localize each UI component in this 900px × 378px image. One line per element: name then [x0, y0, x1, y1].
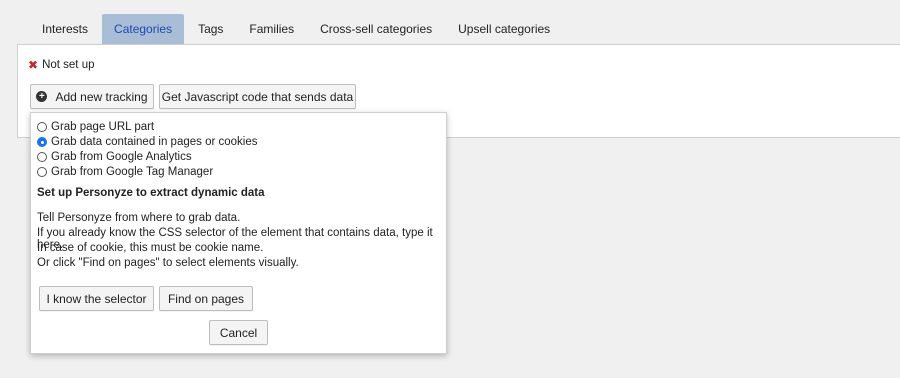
tab-tags[interactable]: Tags: [186, 14, 235, 44]
description-line: In case of cookie, this must be cookie n…: [37, 242, 264, 254]
radio-button-selected[interactable]: [37, 137, 47, 147]
tab-families[interactable]: Families: [237, 14, 306, 44]
option-grab-google-analytics[interactable]: Grab from Google Analytics: [37, 151, 192, 163]
option-label: Grab from Google Tag Manager: [51, 166, 214, 178]
get-javascript-code-button[interactable]: Get Javascript code that sends data: [159, 84, 356, 109]
status-text: Not set up: [42, 59, 95, 71]
option-grab-page-url-part[interactable]: Grab page URL part: [37, 121, 154, 133]
tab-bar: Interests Categories Tags Families Cross…: [30, 14, 562, 44]
cancel-button[interactable]: Cancel: [209, 320, 268, 345]
tab-cross-sell-categories[interactable]: Cross-sell categories: [308, 14, 444, 44]
radio-button[interactable]: [37, 152, 47, 162]
tab-categories[interactable]: Categories: [102, 14, 185, 44]
add-new-tracking-button[interactable]: + Add new tracking: [30, 84, 154, 109]
status-indicator: ✖ Not set up: [28, 58, 94, 72]
option-label: Grab from Google Analytics: [51, 151, 192, 163]
x-icon: ✖: [28, 58, 39, 72]
tab-interests[interactable]: Interests: [30, 14, 100, 44]
tracking-setup-popup: Grab page URL part Grab data contained i…: [30, 112, 447, 354]
find-on-pages-button[interactable]: Find on pages: [159, 286, 253, 311]
option-grab-google-tag-manager[interactable]: Grab from Google Tag Manager: [37, 166, 213, 178]
option-grab-data-pages-cookies[interactable]: Grab data contained in pages or cookies: [37, 136, 258, 148]
description-line: Or click "Find on pages" to select eleme…: [37, 257, 299, 269]
popup-heading: Set up Personyze to extract dynamic data: [37, 187, 265, 199]
plus-circle-icon: +: [36, 91, 48, 102]
radio-button[interactable]: [37, 167, 47, 177]
option-label: Grab page URL part: [51, 121, 155, 133]
i-know-the-selector-button[interactable]: I know the selector: [39, 286, 154, 311]
add-new-tracking-label: Add new tracking: [55, 89, 148, 104]
option-label: Grab data contained in pages or cookies: [51, 136, 258, 148]
radio-button[interactable]: [37, 122, 47, 132]
description-line: Tell Personyze from where to grab data.: [37, 212, 241, 224]
tab-upsell-categories[interactable]: Upsell categories: [446, 14, 562, 44]
